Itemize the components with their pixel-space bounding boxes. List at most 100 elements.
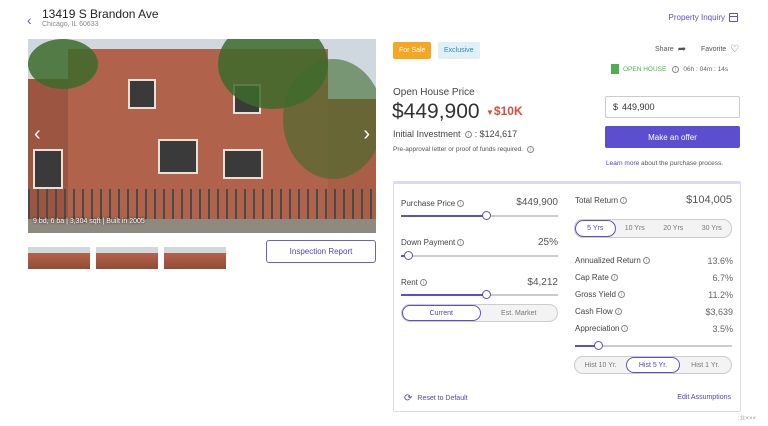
rent-value: $4,212 — [527, 277, 558, 288]
property-inquiry-link[interactable]: Property Inquiry — [669, 13, 738, 22]
metric-value: 6.7% — [712, 273, 733, 283]
info-icon[interactable]: i — [419, 279, 427, 287]
metric-value: $3,639 — [705, 307, 733, 317]
rent-current-option[interactable]: Current — [402, 305, 481, 321]
rent-slider[interactable] — [401, 290, 558, 299]
learn-more-link[interactable]: Learn more — [606, 160, 639, 167]
hist-10-option[interactable]: Hist 10 Yr. — [575, 357, 626, 373]
down-payment-label-text: Down Payment — [401, 238, 456, 247]
info-icon[interactable]: i — [617, 291, 625, 299]
rent-toggle[interactable]: Current Est. Market — [401, 304, 558, 322]
preapproval-text: Pre-approval letter or proof of funds re… — [393, 146, 524, 154]
initial-investment: Initial Investment i : $124,617 — [393, 129, 517, 139]
purchase-price-slider[interactable] — [401, 211, 558, 220]
total-return-value: $104,005 — [686, 194, 732, 206]
reset-icon: ⟳ — [404, 393, 413, 404]
photo-thumbnail[interactable] — [164, 247, 226, 269]
hist-5-option[interactable]: Hist 5 Yr. — [626, 357, 680, 373]
info-icon[interactable]: i — [457, 200, 465, 208]
metrics-list: Annualized Return i 13.6% Cap Rate i 6.7% Gr… — [575, 256, 733, 334]
down-payment-slider[interactable] — [401, 251, 558, 260]
edit-assumptions-link[interactable]: Edit Assumptions — [677, 394, 731, 401]
years-option-30[interactable]: 30 Yrs — [693, 220, 732, 237]
property-address: 13419 S Brandon Ave — [42, 7, 159, 21]
metric-label: Gross Yield — [575, 290, 616, 299]
rent-est-market-option[interactable]: Est. Market — [481, 305, 558, 321]
currency-prefix: $ — [613, 102, 619, 112]
purchase-price-label: Purchase Price i — [401, 199, 465, 208]
price-drop-amount: $10K — [493, 104, 523, 118]
learn-more-rest: about the purchase process. — [639, 160, 724, 167]
metric-row: Cash Flow i $3,639 — [575, 307, 733, 317]
total-return-label: Total Return i — [575, 196, 628, 205]
exclusive-badge: Exclusive — [438, 42, 480, 59]
bookmark-icon — [611, 64, 619, 74]
open-house-price-label: Open House Price — [393, 87, 475, 98]
metric-row: Annualized Return i 13.6% — [575, 256, 733, 266]
open-house-countdown: OPEN HOUSE i 06h : 04m : 14s — [611, 64, 728, 74]
info-icon[interactable]: i — [526, 146, 534, 153]
info-icon[interactable]: i — [642, 257, 650, 265]
open-house-label: OPEN HOUSE — [623, 65, 667, 73]
metric-value: 3.5% — [712, 324, 733, 334]
share-button[interactable]: Share ➦ — [655, 44, 686, 55]
photo-thumbnail[interactable] — [96, 247, 158, 269]
photo-thumbnail[interactable] — [28, 247, 90, 269]
rent-label-text: Rent — [401, 278, 418, 287]
info-icon[interactable]: i — [614, 308, 622, 316]
footer-mark: ::ll:××× — [737, 416, 756, 422]
metric-value: 13.6% — [707, 256, 733, 266]
metric-label: Cap Rate — [575, 273, 609, 282]
offer-price-input[interactable]: $ 449,900 — [605, 96, 740, 118]
property-city: Chicago, IL 60633 — [42, 21, 99, 28]
info-icon[interactable]: i — [465, 131, 473, 139]
total-return-label-text: Total Return — [575, 196, 619, 205]
appreciation-slider[interactable] — [575, 341, 732, 350]
metric-label: Annualized Return — [575, 256, 641, 265]
slider-handle[interactable] — [403, 251, 413, 260]
initial-investment-value: : $124,617 — [474, 129, 518, 139]
purchase-price-label-text: Purchase Price — [401, 199, 456, 208]
offer-price-value[interactable]: 449,900 — [622, 102, 655, 112]
metric-label: Appreciation — [575, 324, 620, 333]
rent-label: Rent i — [401, 278, 427, 287]
heart-icon: ♡ — [730, 44, 740, 55]
years-option-20[interactable]: 20 Yrs — [654, 220, 693, 237]
info-icon[interactable]: i — [457, 239, 465, 247]
down-payment-value: 25% — [537, 237, 558, 248]
metric-label: Cash Flow — [575, 307, 613, 316]
calendar-icon — [729, 13, 738, 22]
years-toggle[interactable]: 5 Yrs 10 Yrs 20 Yrs 30 Yrs — [574, 219, 732, 238]
inspection-report-button[interactable]: Inspection Report — [266, 240, 376, 263]
favorite-label: Favorite — [701, 46, 727, 53]
reset-label: Reset to Default — [417, 395, 468, 402]
info-icon[interactable]: i — [610, 274, 618, 282]
years-option-10[interactable]: 10 Yrs — [616, 220, 655, 237]
down-payment-label: Down Payment i — [401, 238, 465, 247]
preapproval-note: Pre-approval letter or proof of funds re… — [393, 146, 534, 153]
favorite-button[interactable]: Favorite ♡ — [701, 44, 739, 55]
learn-more-note: Learn more about the purchase process. — [606, 160, 723, 167]
slider-handle[interactable] — [593, 341, 603, 350]
photo-next-arrow-icon[interactable]: › — [363, 123, 370, 146]
metric-row: Gross Yield i 11.2% — [575, 290, 733, 300]
info-icon[interactable]: i — [672, 65, 680, 73]
property-inquiry-label: Property Inquiry — [668, 13, 725, 22]
photo-prev-arrow-icon[interactable]: ‹ — [34, 123, 41, 146]
back-chevron-icon[interactable]: ‹ — [27, 12, 32, 28]
photo-caption: 9 bd, 6 ba | 3,304 sqft | Built in 2005 — [33, 218, 145, 225]
reset-to-default-button[interactable]: ⟳ Reset to Default — [404, 393, 468, 404]
hist-1-option[interactable]: Hist 1 Yr. — [680, 357, 731, 373]
metric-row: Cap Rate i 6.7% — [575, 273, 733, 283]
history-toggle[interactable]: Hist 10 Yr. Hist 5 Yr. Hist 1 Yr. — [574, 356, 732, 374]
metric-row: Appreciation i 3.5% — [575, 324, 733, 334]
property-photo[interactable]: ‹ › 9 bd, 6 ba | 3,304 sqft | Built in 2… — [28, 39, 376, 233]
countdown-timer: 06h : 04m : 14s — [683, 65, 729, 73]
for-sale-badge: For Sale — [393, 42, 432, 59]
info-icon[interactable]: i — [621, 325, 629, 333]
years-option-5[interactable]: 5 Yrs — [575, 220, 616, 237]
listing-price: $449,900 — [392, 100, 480, 123]
info-icon[interactable]: i — [620, 197, 628, 205]
make-offer-button[interactable]: Make an offer — [605, 126, 740, 148]
initial-investment-label: Initial Investment — [393, 129, 461, 139]
